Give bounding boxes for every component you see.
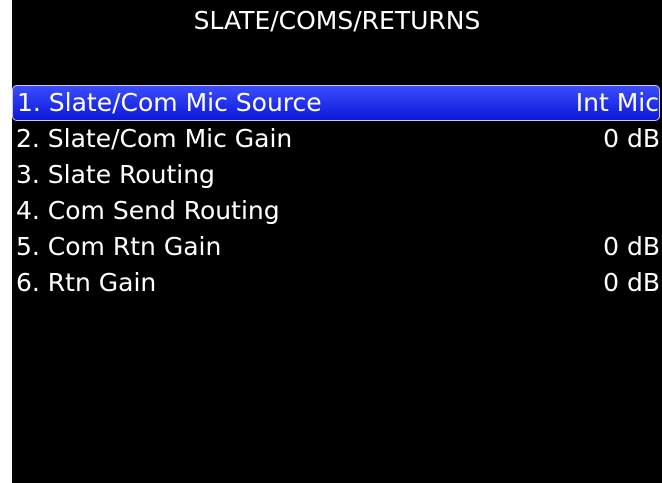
menu-item-label: 5. Com Rtn Gain: [16, 232, 222, 261]
menu-item-label: 1. Slate/Com Mic Source: [17, 88, 322, 117]
menu-item-value: 0 dB: [603, 268, 660, 297]
settings-menu: 1. Slate/Com Mic Source Int Mic 2. Slate…: [12, 85, 660, 301]
menu-item-com-send-routing[interactable]: 4. Com Send Routing: [12, 193, 660, 229]
menu-item-value: 0 dB: [603, 124, 660, 153]
menu-item-slate-com-mic-gain[interactable]: 2. Slate/Com Mic Gain 0 dB: [12, 121, 660, 157]
menu-item-com-rtn-gain[interactable]: 5. Com Rtn Gain 0 dB: [12, 229, 660, 265]
menu-item-value: Int Mic: [575, 88, 659, 117]
menu-item-label: 4. Com Send Routing: [16, 196, 280, 225]
menu-item-slate-routing[interactable]: 3. Slate Routing: [12, 157, 660, 193]
menu-item-value: 0 dB: [603, 232, 660, 261]
menu-item-rtn-gain[interactable]: 6. Rtn Gain 0 dB: [12, 265, 660, 301]
menu-item-label: 2. Slate/Com Mic Gain: [16, 124, 293, 153]
menu-item-label: 6. Rtn Gain: [16, 268, 157, 297]
menu-item-slate-com-mic-source[interactable]: 1. Slate/Com Mic Source Int Mic: [12, 85, 660, 121]
screen-title: SLATE/COMS/RETURNS: [193, 6, 481, 35]
menu-item-label: 3. Slate Routing: [16, 160, 215, 189]
device-screen: SLATE/COMS/RETURNS 1. Slate/Com Mic Sour…: [12, 0, 662, 483]
